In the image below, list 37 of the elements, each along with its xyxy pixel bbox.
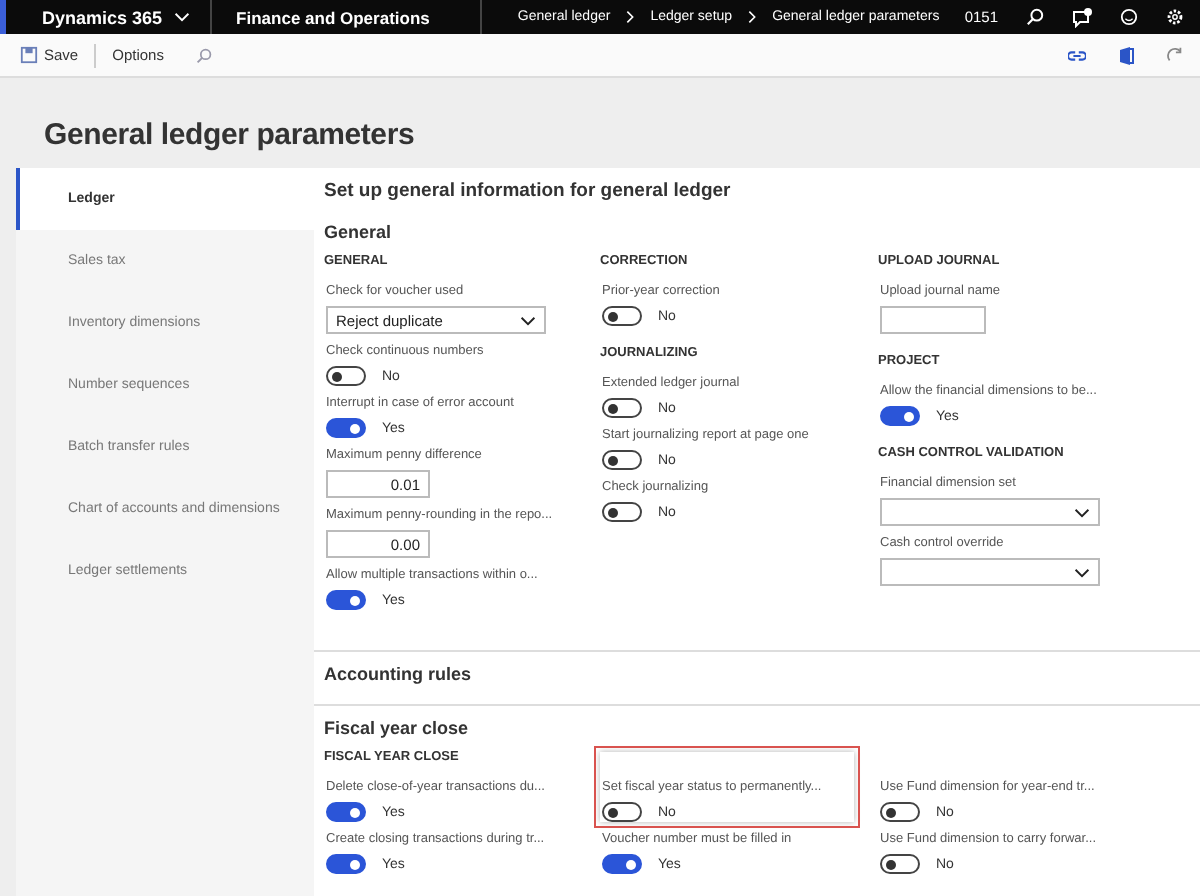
page-title: General ledger parameters bbox=[42, 116, 417, 156]
chevron-down-icon bbox=[520, 315, 536, 325]
chevron-right-icon bbox=[626, 10, 635, 24]
toggle-switch[interactable] bbox=[602, 450, 642, 470]
chevron-down-icon bbox=[1074, 567, 1090, 577]
refresh-icon[interactable] bbox=[1166, 46, 1184, 64]
notification-icon[interactable] bbox=[1072, 7, 1092, 27]
office-icon[interactable] bbox=[1118, 45, 1134, 65]
text-field[interactable] bbox=[880, 306, 986, 334]
dropdown-field[interactable] bbox=[880, 498, 1100, 526]
toggle-switch[interactable] bbox=[326, 854, 366, 874]
chevron-right-icon bbox=[748, 10, 757, 24]
section-title[interactable]: Accounting rules bbox=[324, 656, 1200, 696]
app-name[interactable]: Dynamics 365 bbox=[42, 7, 163, 27]
toggle-switch[interactable] bbox=[880, 854, 920, 874]
toggle-switch[interactable] bbox=[326, 802, 366, 822]
chevron-down-icon[interactable] bbox=[174, 12, 191, 22]
toggle-switch[interactable] bbox=[602, 854, 642, 874]
dropdown-field[interactable] bbox=[880, 558, 1100, 586]
module-name[interactable]: Finance and Operations bbox=[236, 7, 430, 27]
toggle-switch[interactable] bbox=[880, 406, 920, 426]
toggle-switch[interactable] bbox=[602, 502, 642, 522]
section-title[interactable]: General bbox=[324, 214, 1200, 254]
toggle-switch[interactable] bbox=[326, 418, 366, 438]
search-icon[interactable] bbox=[1026, 8, 1044, 26]
toggle-switch[interactable] bbox=[880, 802, 920, 822]
toggle-switch[interactable] bbox=[602, 398, 642, 418]
toggle-switch[interactable] bbox=[602, 306, 642, 326]
smiley-icon[interactable] bbox=[1120, 8, 1138, 26]
settings-icon[interactable] bbox=[1166, 8, 1184, 26]
toggle-switch[interactable] bbox=[326, 590, 366, 610]
toggle-switch[interactable] bbox=[602, 802, 642, 822]
content-heading: Set up general information for general ledger bbox=[322, 178, 733, 206]
link-icon[interactable] bbox=[1068, 49, 1086, 61]
chevron-down-icon bbox=[1074, 507, 1090, 517]
section-title[interactable]: Fiscal year close bbox=[324, 710, 1200, 750]
toggle-switch[interactable] bbox=[326, 366, 366, 386]
